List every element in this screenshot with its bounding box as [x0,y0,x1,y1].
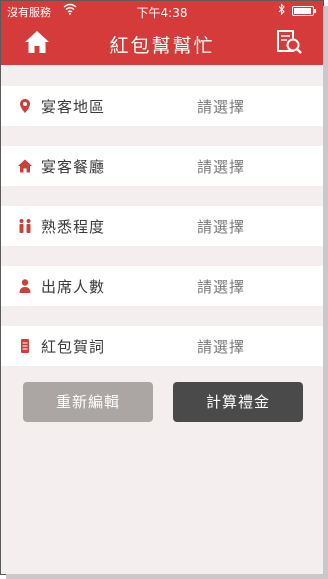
home-icon [17,158,33,174]
frame-shadow-right [323,6,328,579]
status-bar: 沒有服務 下午4:38 [1,1,323,21]
people-icon [17,218,33,234]
row-select-value[interactable]: 請選擇 [197,336,245,357]
row-select-value[interactable]: 請選擇 [197,156,245,177]
location-pin-icon [17,98,33,114]
navigation-bar: 紅包幫幫忙 [1,21,323,65]
status-time: 下午4:38 [136,6,188,20]
form-row-familiarity[interactable]: 熟悉程度 請選擇 [1,206,323,246]
row-select-value[interactable]: 請選擇 [197,96,245,117]
form-row-location[interactable]: 宴客地區 請選擇 [1,86,323,126]
form-row-restaurant[interactable]: 宴客餐廳 請選擇 [1,146,323,186]
row-select-value[interactable]: 請選擇 [197,276,245,297]
document-search-button[interactable] [275,28,303,56]
row-label: 宴客地區 [41,98,106,116]
calculate-button[interactable]: 計算禮金 [173,382,303,422]
red-envelope-icon [17,338,33,354]
row-select-value[interactable]: 請選擇 [197,216,245,237]
bluetooth-icon [278,3,286,19]
battery-icon [292,6,316,16]
reset-button[interactable]: 重新編輯 [23,382,153,422]
person-icon [17,278,33,294]
app-screen: 沒有服務 下午4:38 紅包幫幫忙 宴客地區 請選擇 宴客餐廳 請選擇 熟悉程度… [0,0,324,575]
row-label: 宴客餐廳 [41,158,106,176]
row-label: 熟悉程度 [41,218,106,236]
document-search-icon [277,30,302,54]
row-label: 出席人數 [41,278,106,296]
form-row-greeting[interactable]: 紅包賀詞 請選擇 [1,326,323,366]
form-row-attendees[interactable]: 出席人數 請選擇 [1,266,323,306]
row-label: 紅包賀詞 [41,338,106,356]
frame-shadow-bottom [6,574,328,579]
